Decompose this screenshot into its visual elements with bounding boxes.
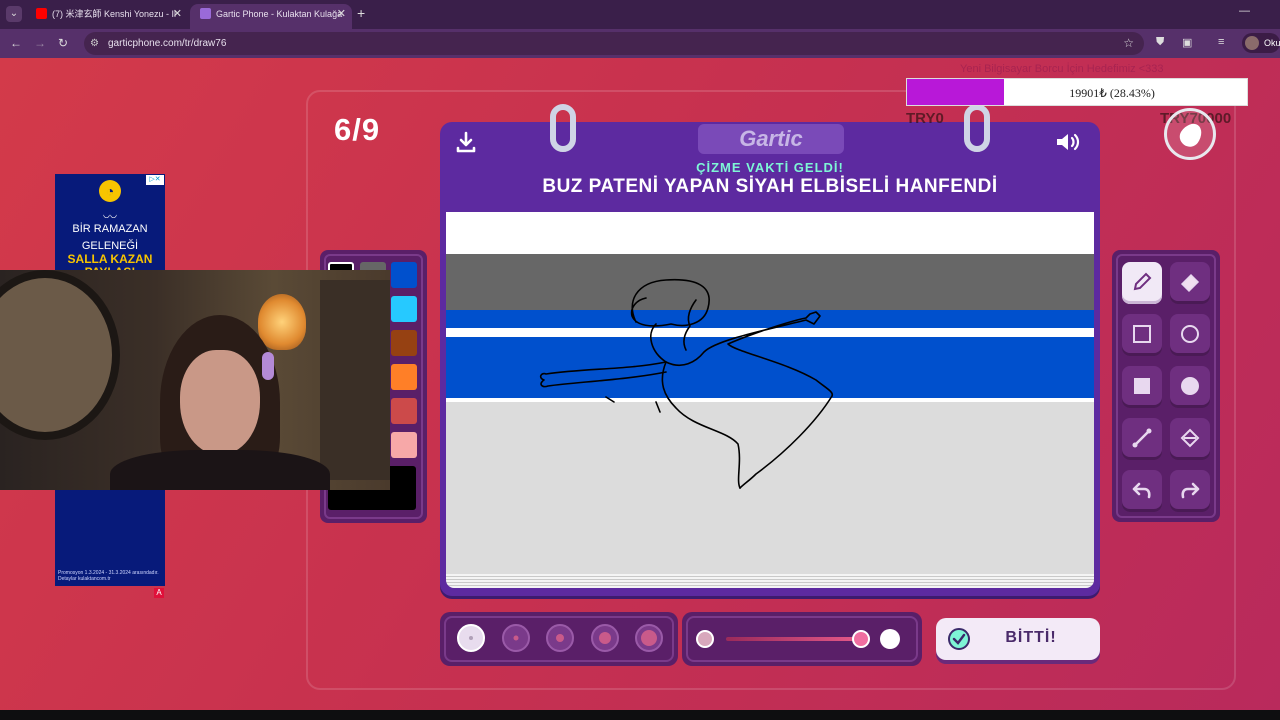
back-icon[interactable]: ← xyxy=(10,36,22,50)
circle-filled-icon xyxy=(1181,377,1199,395)
color-brown[interactable] xyxy=(391,330,417,356)
ad-choices-icon[interactable]: ▷✕ xyxy=(146,175,164,185)
turkcell-logo-icon: ◔ xyxy=(99,180,121,202)
done-button[interactable]: BİTTİ! xyxy=(936,618,1100,660)
opacity-slider[interactable] xyxy=(682,612,922,666)
tab-gartic[interactable]: Gartic Phone - Kulaktan Kulağa ✕ xyxy=(190,4,352,29)
opacity-max-dot xyxy=(880,629,900,649)
donation-progress-bar: 19901₺ (28.43%) xyxy=(906,78,1248,106)
opacity-min-dot xyxy=(696,630,714,648)
volume-icon[interactable] xyxy=(1054,130,1084,156)
profile-label: Okul xyxy=(1264,38,1280,48)
minimize-window-icon[interactable]: — xyxy=(1239,5,1250,17)
draw-time-subtitle: ÇİZME VAKTİ GELDİ! xyxy=(696,160,844,175)
binder-ring-left xyxy=(550,104,576,152)
address-bar-row: ← → ↻ ⚙ garticphone.com/tr/draw76 ☆ ⛊ ▣ … xyxy=(0,29,1280,58)
paper-edge xyxy=(446,574,1094,588)
tab-label: Gartic Phone - Kulaktan Kulağa xyxy=(216,9,343,19)
ellipse-fill-tool[interactable] xyxy=(1170,366,1210,408)
eraser-icon xyxy=(1180,273,1200,293)
donation-min-label: TRY0 xyxy=(906,110,944,127)
gartic-favicon-icon xyxy=(200,8,211,19)
round-counter: 6/9 xyxy=(334,112,381,147)
streamer-face xyxy=(180,350,260,455)
brush-size-5[interactable] xyxy=(635,624,663,652)
reload-icon[interactable]: ↻ xyxy=(58,36,68,50)
drawing-svg xyxy=(446,212,1094,574)
tab-label: (7) 米津玄師 Kenshi Yonezu - Il xyxy=(52,9,177,19)
square-filled-icon xyxy=(1134,378,1150,394)
new-tab-button[interactable]: + xyxy=(357,5,365,21)
download-icon[interactable] xyxy=(454,130,480,156)
stream-overlay-logo-icon xyxy=(1164,108,1216,160)
check-icon xyxy=(948,628,970,650)
rectangle-outline-tool[interactable] xyxy=(1122,314,1162,356)
line-tool[interactable] xyxy=(1122,418,1162,460)
donation-amount: 19901₺ (28.43%) xyxy=(1069,86,1155,100)
youtube-icon xyxy=(36,8,47,19)
undo-icon xyxy=(1132,482,1151,499)
avatar xyxy=(1245,36,1259,50)
opacity-knob[interactable] xyxy=(852,630,870,648)
color-light-blue[interactable] xyxy=(391,296,417,322)
fill-bucket-tool[interactable] xyxy=(1170,418,1210,460)
gartic-logo: Gartic xyxy=(698,124,844,154)
browser-tab-bar: ⌄ (7) 米津玄師 Kenshi Yonezu - Il ✕ Gartic P… xyxy=(0,0,1280,29)
opacity-track[interactable] xyxy=(726,637,862,641)
brush-size-bar xyxy=(440,612,678,666)
undo-button[interactable] xyxy=(1122,470,1162,512)
lamp xyxy=(258,294,306,350)
bookmark-star-icon[interactable]: ☆ xyxy=(1123,32,1134,55)
color-pink[interactable] xyxy=(391,432,417,458)
brush-size-1[interactable] xyxy=(457,624,485,652)
pencil-icon xyxy=(1133,272,1152,291)
brush-size-2[interactable] xyxy=(502,624,530,652)
line-icon xyxy=(1132,428,1152,448)
url-field[interactable]: ⚙ garticphone.com/tr/draw76 ☆ xyxy=(84,32,1144,55)
brush-size-3[interactable] xyxy=(546,624,574,652)
color-blue[interactable] xyxy=(391,262,417,288)
close-tab-icon[interactable]: ✕ xyxy=(173,4,182,25)
donation-goal-title: Yeni Bilgisayar Borcu İçin Hedefimiz <33… xyxy=(960,63,1164,75)
brush-size-4[interactable] xyxy=(591,624,619,652)
square-outline-icon xyxy=(1133,325,1151,343)
extensions-icon[interactable]: ▣ xyxy=(1182,36,1192,49)
drawing-panel: Gartic ÇİZME VAKTİ GELDİ! BUZ PATENİ YAP… xyxy=(440,104,1100,596)
done-label: BİTTİ! xyxy=(1005,629,1057,646)
drawing-prompt: BUZ PATENİ YAPAN SİYAH ELBİSELİ HANFENDİ xyxy=(542,176,998,197)
taskbar-strip xyxy=(0,710,1280,720)
close-tab-icon[interactable]: ✕ xyxy=(337,4,346,25)
url-text: garticphone.com/tr/draw76 xyxy=(108,38,227,49)
tab-search-button[interactable]: ⌄ xyxy=(6,6,22,22)
color-orange[interactable] xyxy=(391,364,417,390)
site-settings-icon[interactable]: ⚙ xyxy=(90,32,99,55)
circle-outline-icon xyxy=(1181,325,1199,343)
ad-badge-icon: A xyxy=(154,588,164,598)
color-red[interactable] xyxy=(391,398,417,424)
binder-ring-right xyxy=(964,104,990,152)
drawing-canvas[interactable] xyxy=(446,212,1094,574)
ad-mascot-icon: ◡◡ xyxy=(103,210,117,219)
eraser-tool[interactable] xyxy=(1170,262,1210,304)
ellipse-outline-tool[interactable] xyxy=(1170,314,1210,356)
headphones xyxy=(262,352,274,380)
fill-bucket-icon xyxy=(1180,428,1200,448)
forward-icon[interactable]: → xyxy=(34,36,46,50)
panel-header: Gartic ÇİZME VAKTİ GELDİ! BUZ PATENİ YAP… xyxy=(440,104,1100,212)
shield-extension-icon[interactable]: ⛊ xyxy=(1156,36,1164,49)
redo-button[interactable] xyxy=(1170,470,1210,512)
ad-footer: Promosyon 1.3.2024 - 31.3.2024 arasındad… xyxy=(58,570,159,582)
redo-icon xyxy=(1181,482,1200,499)
pencil-tool[interactable] xyxy=(1122,262,1162,304)
webcam-overlay xyxy=(0,270,390,490)
rectangle-fill-tool[interactable] xyxy=(1122,366,1162,408)
profile-button[interactable]: Okul xyxy=(1242,33,1280,53)
ad-line-1: BİR RAMAZAN xyxy=(72,223,148,235)
tool-panel xyxy=(1112,250,1220,522)
tab-youtube[interactable]: (7) 米津玄師 Kenshi Yonezu - Il ✕ xyxy=(26,4,188,29)
reading-list-icon[interactable]: ≡ xyxy=(1218,36,1224,48)
